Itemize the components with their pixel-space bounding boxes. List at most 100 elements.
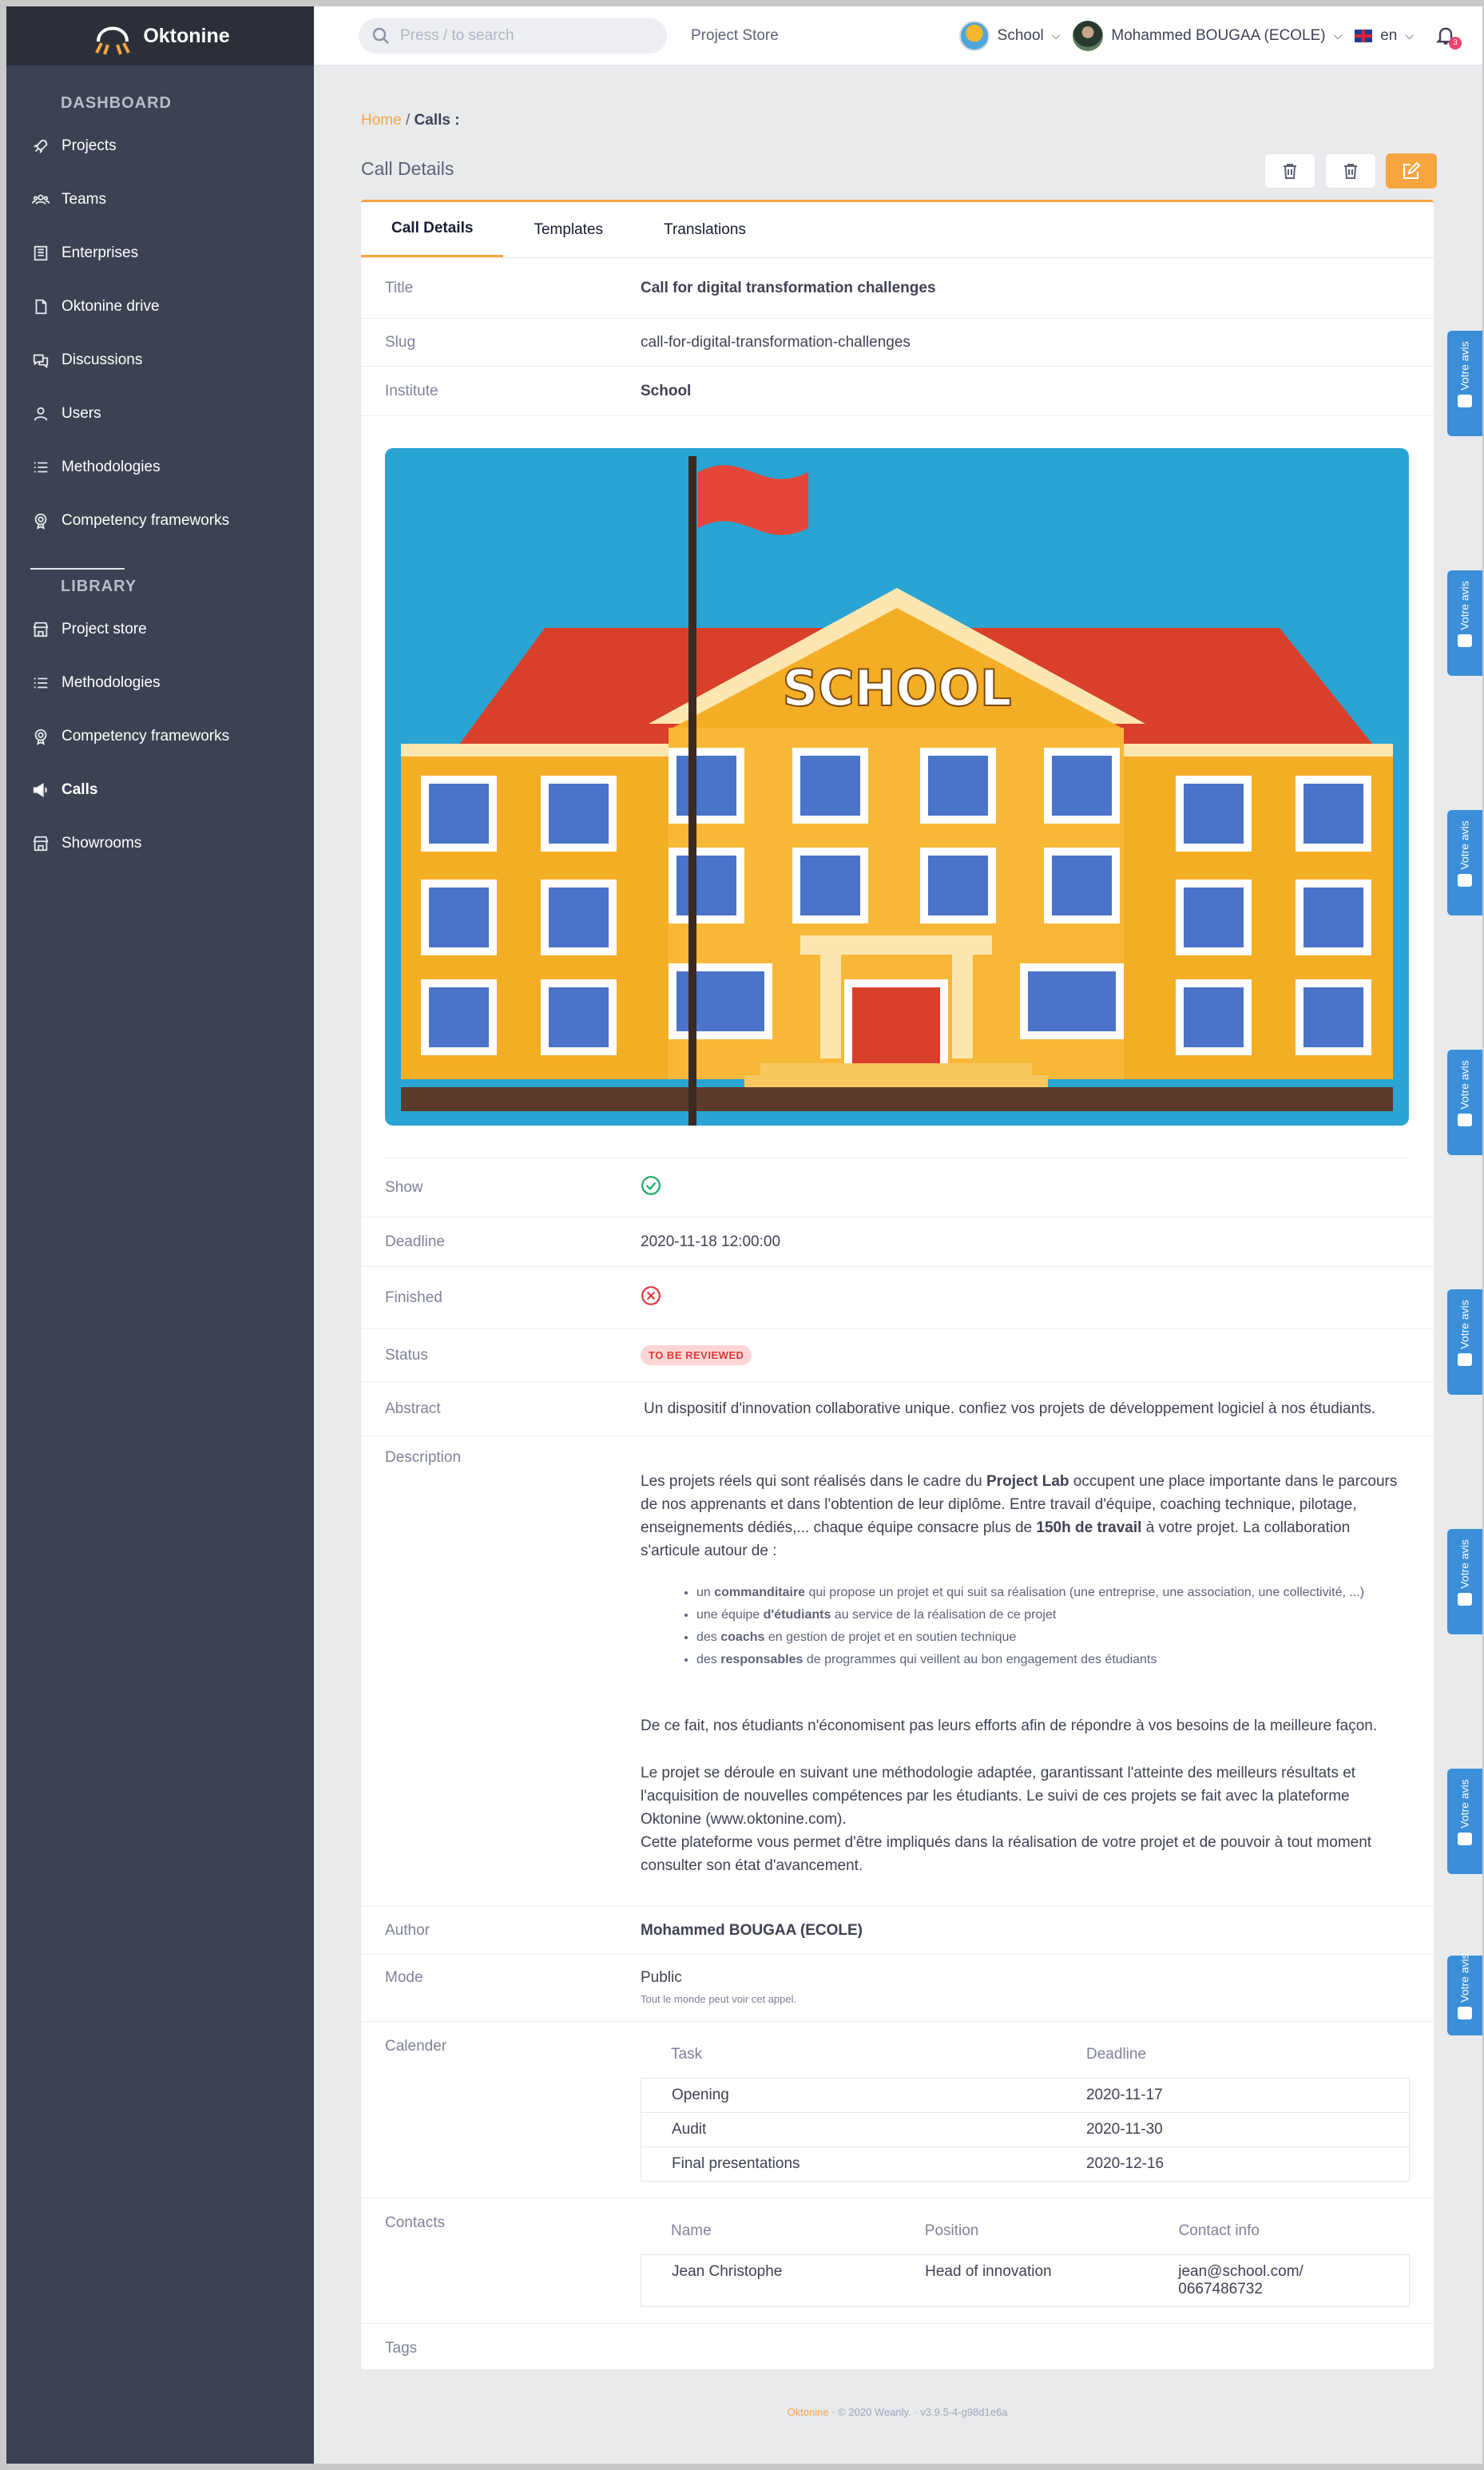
school-illustration: SCHOOL [385,448,1409,1126]
sidebar-item-calls[interactable]: Calls [6,763,314,816]
institute-selector[interactable]: School ⌵ [958,20,1061,51]
feedback-tab[interactable]: Votre avis [1447,570,1482,676]
sidebar-item-library-methodologies[interactable]: Methodologies [6,656,314,709]
smiley-icon [1458,1593,1472,1606]
sidebar-item-project-store[interactable]: Project store [6,602,314,656]
tab-call-details[interactable]: Call Details [361,202,504,257]
sidebar-item-showrooms[interactable]: Showrooms [6,816,314,870]
feedback-tab[interactable]: Votre avis [1447,1289,1482,1395]
sidebar-item-methodologies[interactable]: Methodologies [6,440,314,494]
feedback-tab[interactable]: Votre avis [1447,1953,1482,2035]
detail-row-institute: Institute School [361,367,1434,416]
chevron-down-icon: ⌵ [1051,29,1061,42]
archive-button[interactable] [1325,153,1376,189]
sidebar-item-label: Discussions [62,351,143,368]
smiley-icon [1458,1353,1472,1366]
sidebar: Oktonine DASHBOARD Projects Teams Enterp… [6,6,314,2464]
calendar-header-table: Task Deadline [641,2038,1410,2078]
description-paragraph: Les projets réels qui sont réalisés dans… [641,1473,1398,1559]
contact-info-cell: jean@school.com/ 0667486732 [1148,2255,1409,2306]
search-box[interactable] [359,18,667,54]
edit-button[interactable] [1386,153,1437,189]
feedback-tab[interactable]: Votre avis [1447,331,1482,436]
store-icon [30,619,51,640]
detail-row-status: Status TO BE REVIEWED [361,1329,1434,1382]
building-icon [30,243,51,264]
author-link[interactable]: Mohammed BOUGAA (ECOLE) [641,1922,1410,1940]
page-title: Call Details [361,158,454,179]
breadcrumb-home-link[interactable]: Home [361,112,402,129]
column-header: Deadline [1086,2046,1147,2063]
feedback-tab[interactable]: Votre avis [1447,1529,1482,1634]
notifications-button[interactable]: 3 [1434,24,1462,50]
sidebar-item-projects[interactable]: Projects [6,119,314,173]
tab-translations[interactable]: Translations [633,202,776,257]
mode-note: Tout le monde peut voir cet appel. [641,1993,797,2005]
footer-version: v3.9.5-4-g98d1e6a [920,2406,1008,2418]
sidebar-item-label: Enterprises [62,244,139,261]
detail-row-tags: Tags [361,2324,1434,2373]
deadline-value: 2020-11-18 12:00:00 [641,1233,781,1250]
user-menu[interactable]: Mohammed BOUGAA (ECOLE) ⌵ [1073,20,1342,51]
breadcrumb-current: Calls : [414,112,460,129]
field-label: Contacts [385,2214,445,2231]
list-item: une équipe d'étudiants au service de la … [696,1604,1410,1626]
megaphone-icon [30,780,51,800]
smiley-icon [1458,2007,1472,2019]
sidebar-item-label: Users [62,404,101,422]
calendar-rows: Opening 2020-11-17 Audit 2020-11-30 Fina… [641,2078,1410,2182]
project-store-link[interactable]: Project Store [691,27,779,45]
feedback-tab[interactable]: Votre avis [1447,1769,1482,1874]
contacts-header-table: Name Position Contact info [641,2214,1410,2254]
main-content: Home / Calls : Call Details Call Details… [314,66,1482,2464]
list-item: des responsables de programmes qui veill… [696,1649,1410,1671]
list-item: un commanditaire qui propose un projet e… [696,1582,1410,1604]
uk-flag-icon [1355,29,1373,42]
brand[interactable]: Oktonine [6,6,314,66]
delete-button[interactable] [1264,153,1315,189]
sidebar-item-label: Oktonine drive [62,297,160,315]
sidebar-item-users[interactable]: Users [6,387,314,440]
task-cell: Final presentations [641,2146,1056,2181]
sidebar-item-label: Teams [62,190,106,208]
table-row: Final presentations 2020-12-16 [641,2146,1409,2181]
field-label: Title [385,279,414,296]
sidebar-item-oktonine-drive[interactable]: Oktonine drive [6,280,314,333]
sidebar-item-discussions[interactable]: Discussions [6,333,314,387]
call-title: Call for digital transformation challeng… [641,279,936,296]
breadcrumb-separator: / [405,112,411,129]
footer-brand-link[interactable]: Oktonine [788,2406,829,2418]
feedback-label: Votre avis [1458,1779,1472,1829]
app-frame: Oktonine DASHBOARD Projects Teams Enterp… [6,6,1482,2464]
description-paragraph: Cette plateforme vous permet d'être impl… [641,1834,1372,1874]
tab-templates[interactable]: Templates [503,202,633,257]
field-label: Abstract [385,1400,441,1417]
sidebar-item-label: Calls [62,780,98,798]
smiley-icon [1458,395,1472,407]
task-cell: Opening [672,2087,729,2103]
sidebar-item-enterprises[interactable]: Enterprises [6,226,314,280]
detail-row-show: Show [361,1158,1434,1217]
sidebar-item-teams[interactable]: Teams [6,173,314,226]
institute-link[interactable]: School [641,383,1410,400]
feedback-tab[interactable]: Votre avis [1447,1050,1482,1155]
feedback-label: Votre avis [1458,820,1472,870]
sidebar-item-competency-frameworks[interactable]: Competency frameworks [6,494,314,547]
contacts-rows: Jean Christophe Head of innovation jean@… [641,2254,1410,2307]
language-selector[interactable]: en ⌵ [1355,27,1414,45]
feedback-tab[interactable]: Votre avis [1447,810,1482,915]
detail-row-slug: Slug call-for-digital-transformation-cha… [361,319,1434,367]
footer-separator: · [831,2406,835,2418]
list-item: des coachs en gestion de projet et en so… [696,1626,1410,1649]
search-input[interactable] [400,26,640,45]
mode-text: Public [641,1969,682,1986]
contacts-table: Name Position Contact info Jean Christop… [641,2214,1410,2307]
contact-email: jean@school.com/ [1178,2263,1303,2280]
sidebar-item-label: Showrooms [62,834,142,852]
institute-name: School [997,26,1044,44]
detail-row-title: Title Call for digital transformation ch… [361,258,1434,319]
chevron-down-icon: ⌵ [1405,29,1414,42]
abstract-value: Un dispositif d'innovation collaborative… [644,1400,1376,1417]
deadline-cell: 2020-11-30 [1055,2112,1409,2147]
sidebar-item-library-competency-frameworks[interactable]: Competency frameworks [6,709,314,763]
